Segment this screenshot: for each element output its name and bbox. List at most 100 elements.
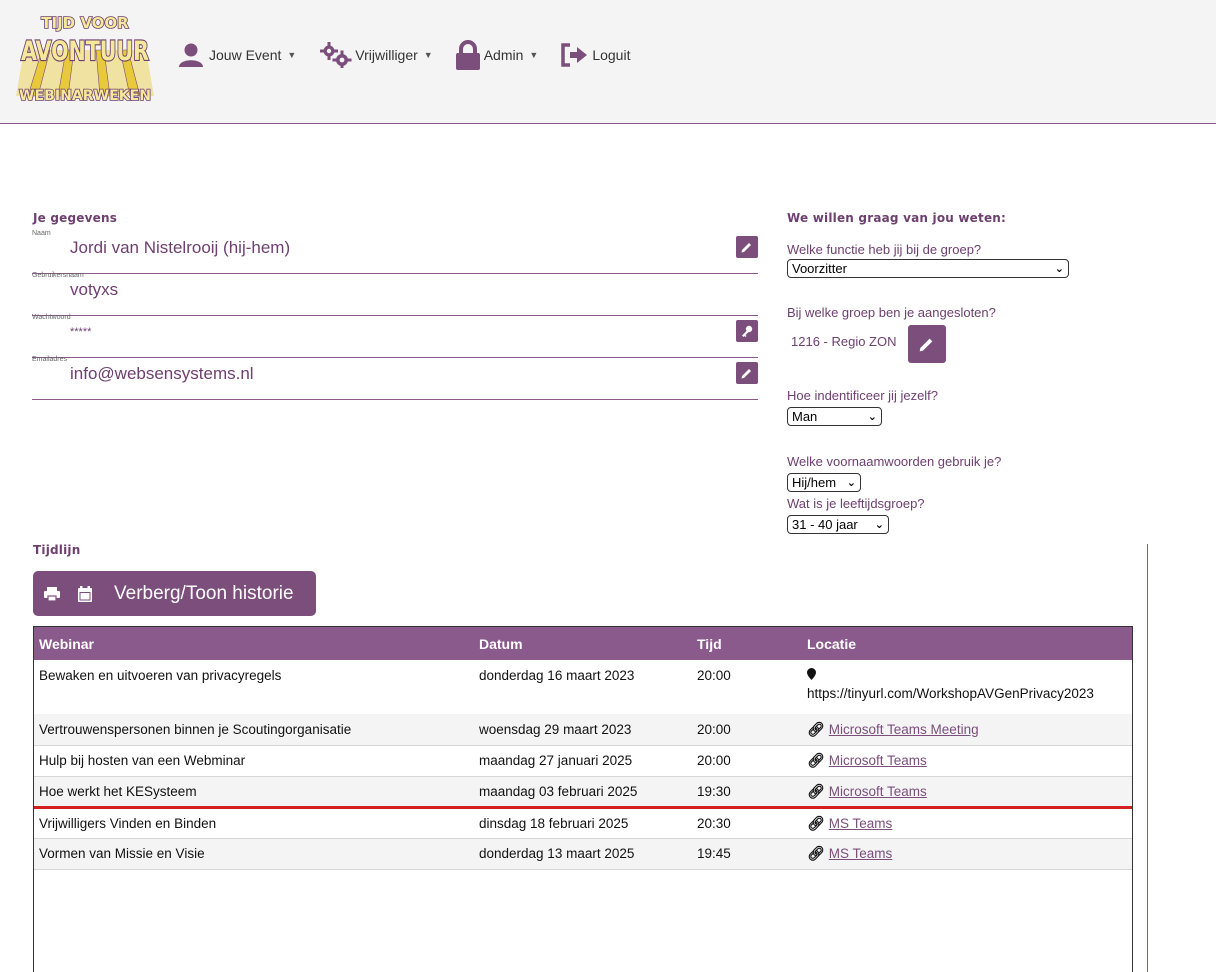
link-icon: 🔗︎ — [807, 752, 825, 768]
pronouns-question: Welke voornaamwoorden gebruik je? — [787, 454, 1002, 469]
logout-icon — [561, 43, 588, 67]
username-label: Gebruikersnaam — [32, 272, 84, 279]
print-icon — [44, 586, 60, 601]
nav-jouw-event[interactable]: Jouw Event ▼ — [178, 43, 296, 67]
webinar-title: Vormen van Missie en Visie — [34, 838, 474, 870]
webinar-time: 20:00 — [692, 745, 802, 777]
webinar-time: 20:30 — [692, 807, 802, 839]
group-value: 1216 - Regio ZON — [791, 334, 897, 349]
caret-down-icon: ▼ — [423, 50, 433, 60]
identify-select[interactable]: Man ⌄ — [787, 407, 882, 426]
caret-down-icon: ▼ — [287, 50, 297, 60]
chevron-down-icon: ⌄ — [1054, 263, 1064, 275]
col-locatie[interactable]: Locatie — [802, 627, 1132, 660]
password-value: ***** — [70, 326, 92, 338]
location-link[interactable]: Microsoft Teams — [829, 753, 927, 768]
edit-name-button[interactable] — [736, 236, 758, 258]
email-label: Emailadres — [32, 356, 68, 363]
link-icon: 🔗︎ — [807, 782, 825, 799]
table-row: Hulp bij hosten van een Webminar maandag… — [34, 745, 1132, 777]
name-label: Naam — [32, 230, 51, 237]
table-row: Bewaken en uitvoeren van privacyregels d… — [34, 660, 1132, 714]
name-field: Naam Jordi van Nistelrooij (hij-hem) — [32, 230, 758, 274]
pronouns-select[interactable]: Hij/hem ⌄ — [787, 473, 861, 492]
edit-group-button[interactable] — [908, 325, 946, 363]
table-row: Vrijwilligers Vinden en Binden dinsdag 1… — [34, 807, 1132, 839]
edit-email-button[interactable] — [736, 362, 758, 384]
table-row: Vertrouwenspersonen binnen je Scoutingor… — [34, 714, 1132, 746]
webinar-location: 🔗︎ MS Teams — [802, 807, 1132, 839]
webinar-time: 19:30 — [692, 776, 802, 809]
table-row: Hoe werkt het KESysteem maandag 03 febru… — [34, 776, 1132, 809]
webinar-title: Vrijwilligers Vinden en Binden — [34, 807, 474, 839]
right-divider — [1147, 544, 1148, 972]
gears-icon — [320, 42, 352, 68]
pencil-icon — [919, 338, 933, 352]
username-value: votyxs — [70, 280, 119, 299]
webinar-date: dinsdag 18 februari 2025 — [474, 807, 692, 839]
calendar-icon — [78, 585, 92, 602]
location-link[interactable]: MS Teams — [829, 816, 893, 831]
pencil-icon — [741, 369, 751, 379]
nav-jouw-event-label: Jouw Event — [209, 47, 282, 63]
webinar-location: https://tinyurl.com/WorkshopAVGenPrivacy… — [802, 660, 1132, 714]
change-password-button[interactable] — [736, 320, 758, 342]
nav-admin[interactable]: Admin ▼ — [455, 40, 539, 70]
email-field: Emailadres info@websensystems.nl — [32, 356, 758, 400]
username-field: Gebruikersnaam votyxs — [32, 272, 758, 316]
location-link[interactable]: Microsoft Teams — [829, 784, 927, 799]
location-link[interactable]: MS Teams — [829, 846, 893, 861]
toggle-history-button[interactable]: Verberg/Toon historie — [33, 571, 316, 616]
location-link[interactable]: Microsoft Teams Meeting — [829, 722, 979, 737]
name-value: Jordi van Nistelrooij (hij-hem) — [70, 238, 291, 257]
timeline-section-title: Tijdlijn — [33, 543, 81, 557]
webinar-time: 19:45 — [692, 838, 802, 870]
table-row: Vormen van Missie en Visie donderdag 13 … — [34, 838, 1132, 870]
nav-admin-label: Admin — [483, 47, 524, 63]
webinar-title: Hulp bij hosten van een Webminar — [34, 745, 474, 777]
group-question: Bij welke groep ben je aangesloten? — [787, 305, 996, 320]
survey-section-title: We willen graag van jou weten: — [787, 211, 1007, 225]
webinar-title: Bewaken en uitvoeren van privacyregels — [34, 660, 474, 714]
col-datum[interactable]: Datum — [474, 627, 692, 660]
key-icon — [742, 325, 753, 337]
nav-vrijwilliger[interactable]: Vrijwilliger ▼ — [318, 42, 433, 68]
age-select[interactable]: 31 - 40 jaar ⌄ — [787, 515, 889, 534]
lock-icon — [455, 40, 480, 70]
top-navbar: TIJD VOOR AVONTUUR WEBINARWEKEN Jouw Eve… — [0, 0, 1216, 124]
webinar-table: Webinar Datum Tijd Locatie Bewaken en ui… — [33, 626, 1133, 972]
webinar-title: Vertrouwenspersonen binnen je Scoutingor… — [34, 714, 474, 746]
col-webinar[interactable]: Webinar — [34, 627, 474, 660]
webinar-location: 🔗︎ MS Teams — [802, 838, 1132, 870]
webinar-location: 🔗︎ Microsoft Teams — [802, 745, 1132, 777]
svg-text:TIJD VOOR: TIJD VOOR — [41, 14, 129, 32]
link-icon: 🔗︎ — [807, 845, 825, 861]
password-label: Wachtwoord — [32, 314, 71, 321]
email-value: info@websensystems.nl — [70, 364, 254, 383]
nav-vrijwilliger-label: Vrijwilliger — [355, 47, 418, 63]
svg-text:AVONTUUR: AVONTUUR — [21, 36, 149, 67]
webinar-date: donderdag 13 maart 2025 — [474, 838, 692, 870]
webinar-time: 20:00 — [692, 660, 802, 714]
webinar-title: Hoe werkt het KESysteem — [34, 776, 474, 809]
age-selected-value: 31 - 40 jaar — [792, 517, 858, 532]
link-icon: 🔗︎ — [807, 814, 825, 831]
toggle-history-label: Verberg/Toon historie — [114, 582, 294, 604]
webinar-time: 20:00 — [692, 714, 802, 746]
col-tijd[interactable]: Tijd — [692, 627, 802, 660]
identify-question: Hoe indentificeer jij jezelf? — [787, 388, 939, 403]
profile-section-title: Je gegevens — [33, 211, 118, 225]
nav-loguit-label: Loguit — [592, 47, 631, 63]
nav-loguit[interactable]: Loguit — [560, 43, 630, 67]
site-logo[interactable]: TIJD VOOR AVONTUUR WEBINARWEKEN — [16, 10, 154, 104]
password-field: Wachtwoord ***** — [32, 314, 758, 358]
pencil-icon — [741, 243, 751, 253]
webinar-location: 🔗︎ Microsoft Teams Meeting — [802, 714, 1132, 746]
webinar-location: 🔗︎ Microsoft Teams — [802, 776, 1132, 809]
chevron-down-icon: ⌄ — [867, 411, 877, 423]
age-question: Wat is je leeftijdsgroep? — [787, 496, 925, 511]
function-select[interactable]: Voorzitter ⌄ — [787, 259, 1069, 278]
caret-down-icon: ▼ — [529, 50, 539, 60]
chevron-down-icon: ⌄ — [874, 519, 884, 531]
link-icon: 🔗︎ — [807, 720, 825, 737]
